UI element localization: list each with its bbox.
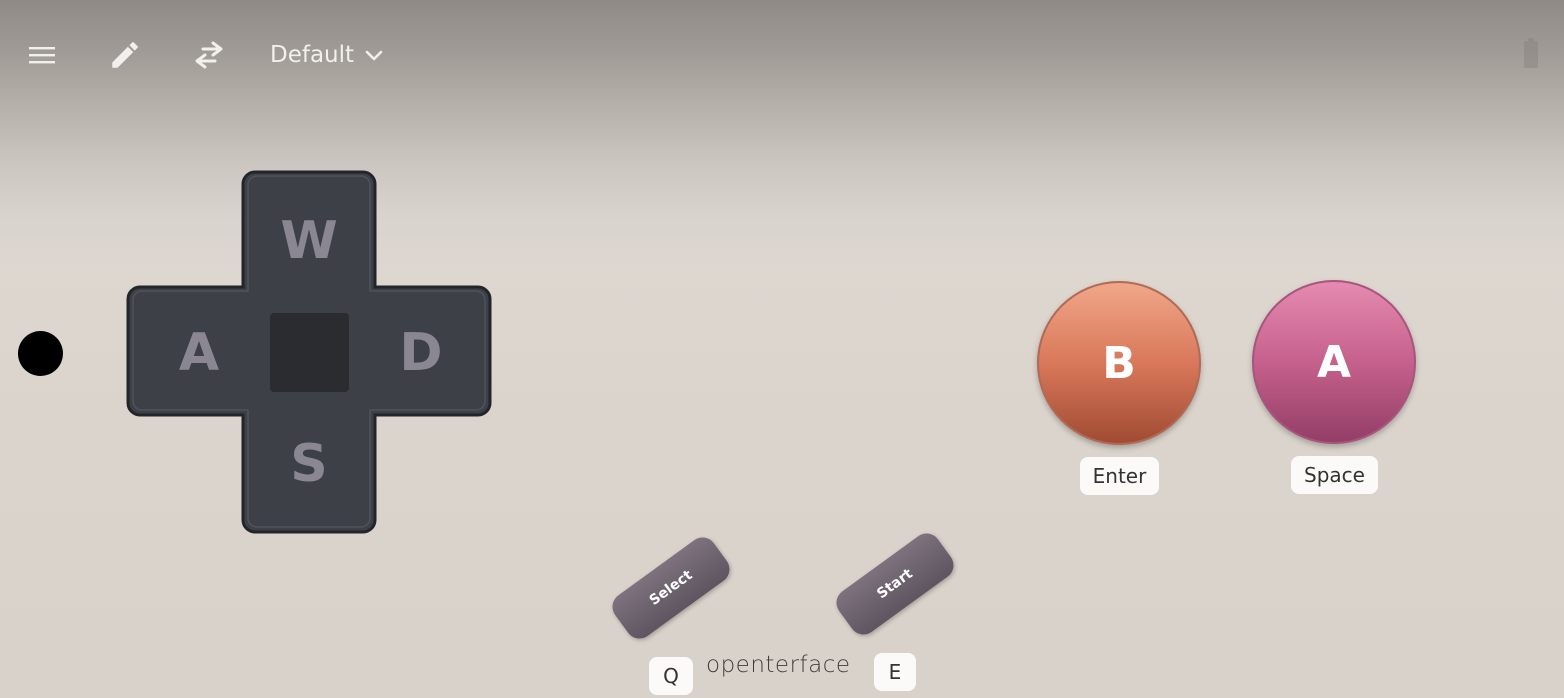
battery-icon bbox=[1524, 38, 1538, 68]
brand-logo: openterface bbox=[706, 652, 851, 678]
dpad-up-button[interactable]: W bbox=[254, 186, 364, 296]
dpad-center bbox=[270, 313, 349, 392]
select-key-label: Q bbox=[649, 657, 693, 695]
b-button-key-label: Enter bbox=[1080, 457, 1159, 495]
swap-arrows-icon[interactable] bbox=[189, 35, 229, 75]
dpad-left-button[interactable]: A bbox=[144, 298, 254, 408]
b-button[interactable]: B bbox=[1037, 281, 1201, 445]
a-button-label: A bbox=[1316, 336, 1352, 388]
profile-selector[interactable]: Default bbox=[270, 35, 384, 75]
chevron-down-icon bbox=[364, 42, 384, 68]
start-button[interactable]: Start bbox=[830, 527, 960, 641]
menu-icon[interactable] bbox=[22, 35, 62, 75]
select-button[interactable]: Select bbox=[606, 531, 736, 645]
dpad-right-button[interactable]: D bbox=[366, 298, 476, 408]
a-button-key-label: Space bbox=[1291, 456, 1378, 494]
b-button-label: B bbox=[1102, 337, 1136, 389]
a-button[interactable]: A bbox=[1252, 280, 1416, 444]
start-key-label: E bbox=[874, 653, 916, 691]
profile-label: Default bbox=[270, 42, 355, 68]
dpad: W A D S bbox=[125, 170, 493, 536]
dpad-down-button[interactable]: S bbox=[254, 409, 364, 519]
pencil-icon[interactable] bbox=[105, 35, 145, 75]
joystick-dot[interactable] bbox=[18, 331, 63, 376]
